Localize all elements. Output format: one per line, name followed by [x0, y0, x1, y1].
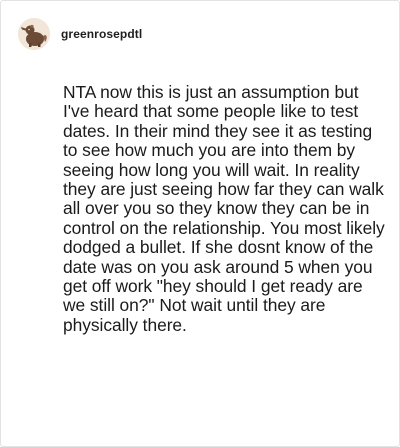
user-avatar[interactable]: [18, 18, 50, 50]
comment-card: greenrosepdtl NTA now this is just an as…: [0, 0, 400, 447]
comment-header: greenrosepdtl: [18, 18, 142, 50]
comment-body: NTA now this is just an assumption but I…: [63, 82, 385, 335]
anteater-avatar-icon: [18, 18, 50, 50]
username[interactable]: greenrosepdtl: [61, 27, 142, 41]
